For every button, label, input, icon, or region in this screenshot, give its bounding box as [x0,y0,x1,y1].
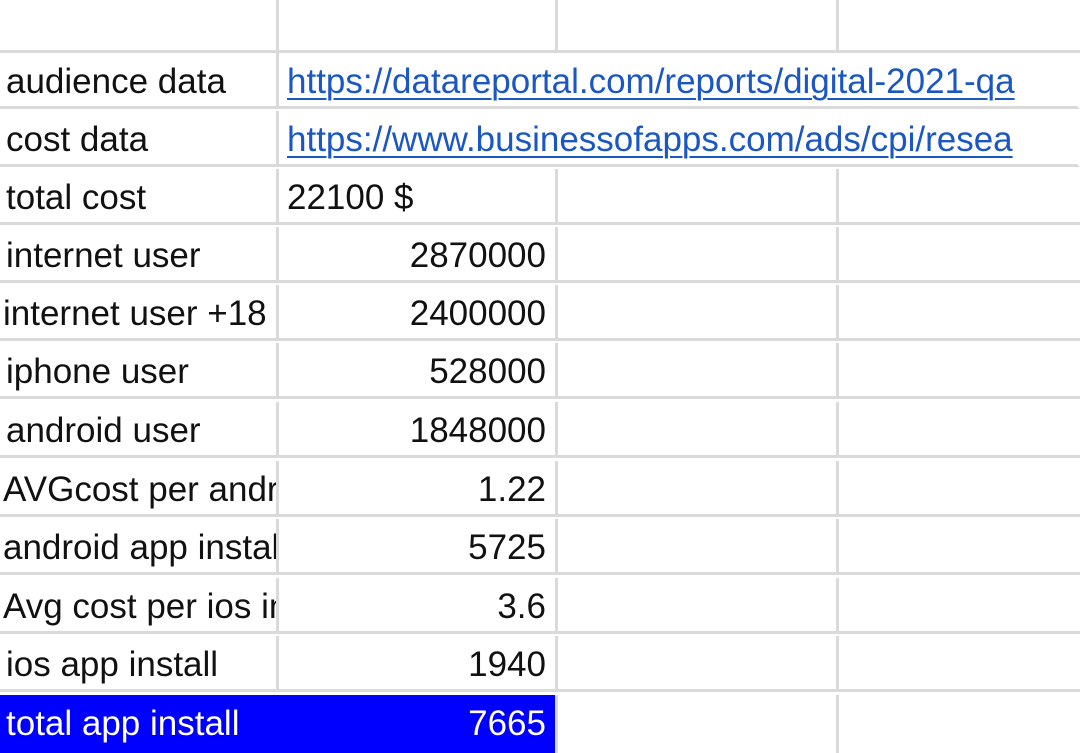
cell-d6[interactable] [839,285,1080,341]
cell-a5-label[interactable]: internet user [0,227,279,283]
cell-b9-value[interactable]: 1.22 [279,461,558,517]
cell-d4[interactable] [839,169,1080,225]
cell-d9[interactable] [839,461,1080,517]
cell-b2-link[interactable]: https://datareportal.com/reports/digital… [279,53,1080,109]
cell-a2-label[interactable]: audience data [0,53,279,109]
cell-b8-value[interactable]: 1848000 [279,402,558,458]
table-row: android app install 5725 [0,519,1080,577]
table-row: total cost 22100 $ [0,169,1080,227]
cell-d11[interactable] [839,578,1080,634]
table-row: iphone user 528000 [0,343,1080,401]
cell-a1[interactable] [0,0,279,53]
cell-d12[interactable] [839,636,1080,692]
cell-d10[interactable] [839,519,1080,575]
cell-a4-label[interactable]: total cost [0,169,279,225]
cell-b6-value[interactable]: 2400000 [279,285,558,341]
cell-a11-label[interactable]: Avg cost per ios install [0,578,279,634]
cell-c7[interactable] [558,343,839,399]
audience-data-link[interactable]: https://datareportal.com/reports/digital… [287,62,1015,101]
cell-a12-label[interactable]: ios app install [0,636,279,692]
cell-d5[interactable] [839,227,1080,283]
cost-data-link[interactable]: https://www.businessofapps.com/ads/cpi/r… [287,120,1013,159]
table-row: AVGcost per android install 1.22 [0,461,1080,519]
cell-b12-value[interactable]: 1940 [279,636,558,692]
cell-a6-label[interactable]: internet user +18 [0,285,279,341]
table-row: internet user 2870000 [0,227,1080,285]
cell-b1[interactable] [279,0,558,53]
table-row: total app install 7665 [0,695,1080,753]
cell-c8[interactable] [558,402,839,458]
cell-b11-value[interactable]: 3.6 [279,578,558,634]
table-row: Avg cost per ios install 3.6 [0,578,1080,636]
table-row: ios app install 1940 [0,636,1080,694]
cell-a3-label[interactable]: cost data [0,111,279,167]
cell-c12[interactable] [558,636,839,692]
cell-c6[interactable] [558,285,839,341]
cell-c5[interactable] [558,227,839,283]
cell-c4[interactable] [558,169,839,225]
cell-b13-value[interactable]: 7665 [279,695,558,753]
cell-b4-value[interactable]: 22100 $ [279,169,558,225]
table-row: audience data https://datareportal.com/r… [0,53,1080,111]
cell-b5-value[interactable]: 2870000 [279,227,558,283]
cell-c1[interactable] [558,0,839,53]
cell-c9[interactable] [558,461,839,517]
table-row: android user 1848000 [0,402,1080,460]
cell-c13[interactable] [558,695,839,753]
cell-b10-value[interactable]: 5725 [279,519,558,575]
cell-d7[interactable] [839,343,1080,399]
table-row: cost data https://www.businessofapps.com… [0,111,1080,169]
cell-b3-link[interactable]: https://www.businessofapps.com/ads/cpi/r… [279,111,1080,167]
cell-a7-label[interactable]: iphone user [0,343,279,399]
cell-c10[interactable] [558,519,839,575]
cell-a9-label[interactable]: AVGcost per android install [0,461,279,517]
cell-a10-label[interactable]: android app install [0,519,279,575]
cell-d8[interactable] [839,402,1080,458]
cell-d1[interactable] [839,0,1080,53]
table-row [0,0,1080,53]
spreadsheet-grid: audience data https://datareportal.com/r… [0,0,1080,753]
cell-d13[interactable] [839,695,1080,753]
cell-c11[interactable] [558,578,839,634]
cell-a8-label[interactable]: android user [0,402,279,458]
table-row: internet user +18 2400000 [0,285,1080,343]
cell-b7-value[interactable]: 528000 [279,343,558,399]
cell-a13-label[interactable]: total app install [0,695,279,753]
